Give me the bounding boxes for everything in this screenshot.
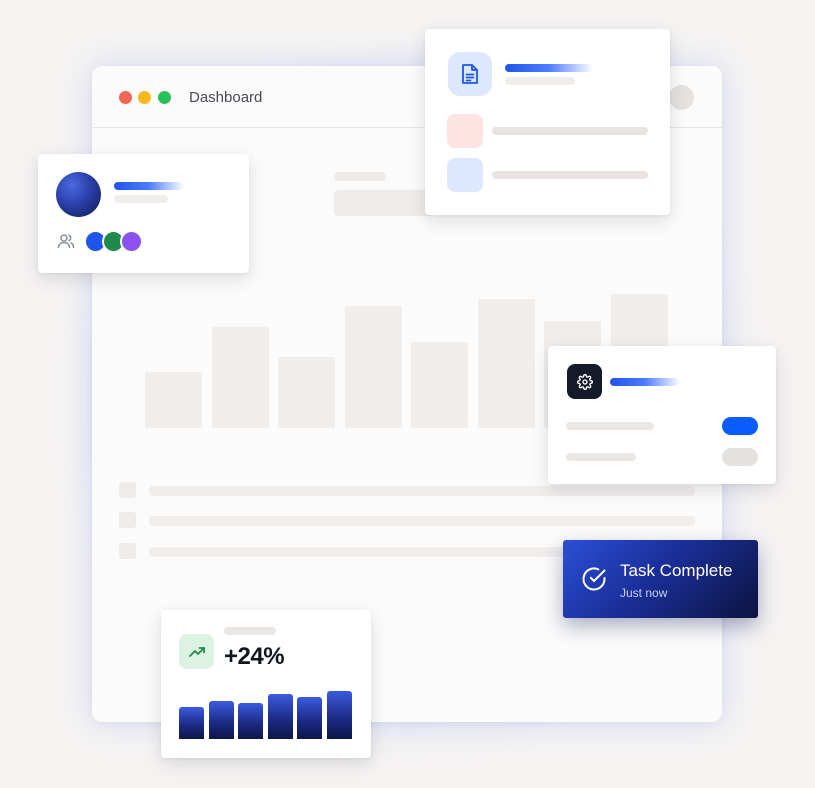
settings-card[interactable] xyxy=(548,346,776,484)
list-row-placeholder xyxy=(149,547,589,557)
list-checkbox[interactable] xyxy=(119,543,136,559)
toast-title: Task Complete xyxy=(620,561,733,580)
member-avatar xyxy=(120,230,143,253)
document-icon-box xyxy=(448,52,492,96)
settings-title-placeholder xyxy=(610,378,680,386)
toast-timestamp: Just now xyxy=(620,586,668,600)
list-checkbox[interactable] xyxy=(119,482,136,498)
trending-up-icon xyxy=(188,646,205,657)
profile-name-placeholder xyxy=(114,182,184,190)
mini-chart-bar xyxy=(179,707,204,739)
user-avatar[interactable] xyxy=(669,85,694,110)
background-chart-bar xyxy=(477,299,535,428)
document-title-placeholder xyxy=(505,64,593,72)
document-item-line xyxy=(492,127,648,135)
growth-stats-card[interactable]: +24% xyxy=(161,610,371,758)
task-complete-toast[interactable]: Task Complete Just now xyxy=(563,540,758,618)
growth-percentage: +24% xyxy=(224,643,285,670)
list-checkbox[interactable] xyxy=(119,512,136,528)
list-row-placeholder xyxy=(149,486,695,496)
background-chart-bar xyxy=(344,306,402,428)
document-item-thumb xyxy=(447,114,483,148)
setting-toggle-off[interactable] xyxy=(722,448,758,466)
document-icon xyxy=(462,64,478,84)
team-card[interactable] xyxy=(38,154,249,273)
mini-chart-bar xyxy=(238,703,264,739)
document-subtitle-placeholder xyxy=(505,77,575,85)
trend-icon-box xyxy=(179,634,214,669)
profile-avatar xyxy=(56,172,101,217)
setting-label-placeholder xyxy=(566,422,654,430)
list-row-placeholder xyxy=(149,516,695,526)
document-item-line xyxy=(492,171,648,179)
profile-role-placeholder xyxy=(114,195,168,203)
subheading-placeholder xyxy=(334,190,434,216)
settings-icon-box xyxy=(567,364,602,399)
background-chart-bar xyxy=(211,327,269,428)
users-icon xyxy=(57,234,75,249)
background-chart-bar xyxy=(278,357,335,428)
setting-label-placeholder xyxy=(566,453,636,461)
mini-chart-bar xyxy=(267,694,293,739)
window-title: Dashboard xyxy=(189,89,263,106)
mini-chart-bar xyxy=(297,697,323,739)
heading-placeholder xyxy=(334,172,386,181)
background-chart-bar xyxy=(145,372,202,428)
stats-label-placeholder xyxy=(224,627,276,635)
close-window-button[interactable] xyxy=(119,91,132,104)
gear-icon xyxy=(576,373,593,390)
document-item-thumb xyxy=(447,158,483,192)
check-circle-icon xyxy=(582,567,606,591)
mini-chart-bar xyxy=(208,701,234,739)
minimize-window-button[interactable] xyxy=(138,91,151,104)
document-card[interactable] xyxy=(425,29,670,215)
background-chart-bar xyxy=(411,342,468,428)
mini-chart-bar xyxy=(327,691,352,739)
setting-toggle-on[interactable] xyxy=(722,417,758,435)
maximize-window-button[interactable] xyxy=(158,91,171,104)
